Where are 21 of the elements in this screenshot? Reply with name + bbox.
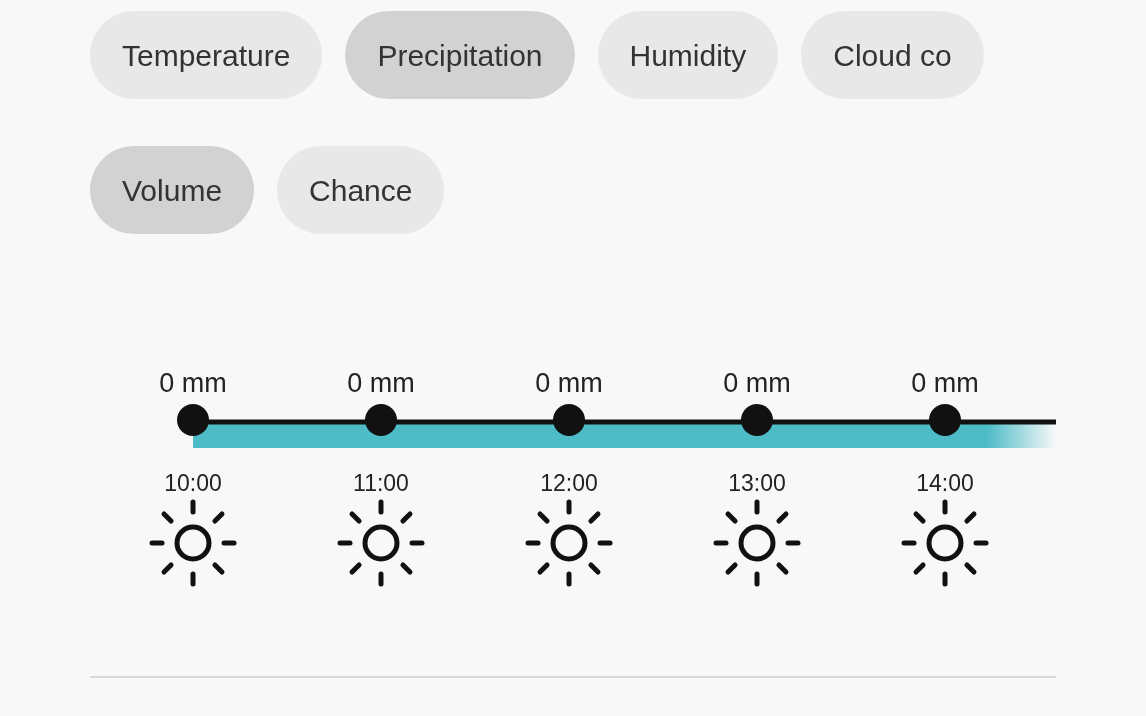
sun-icon: [900, 498, 990, 588]
precipitation-amount: 0 mm: [723, 367, 791, 400]
sun-icon: [524, 498, 614, 588]
sun-icon: [712, 498, 802, 588]
filter-chip[interactable]: Chance: [277, 146, 445, 234]
filter-chip[interactable]: Temperature: [90, 11, 323, 99]
filter-chip[interactable]: Volume: [90, 146, 255, 234]
sun-icon: [336, 498, 426, 588]
hour-label: 14:00: [916, 469, 974, 498]
hour-label: 10:00: [164, 469, 222, 498]
sun-icon: [148, 498, 238, 588]
hour-label: 13:00: [728, 469, 786, 498]
filter-chip[interactable]: Cloud co: [801, 11, 984, 99]
filter-chip[interactable]: Humidity: [597, 11, 779, 99]
hour-label: 12:00: [540, 469, 598, 498]
precipitation-amount: 0 mm: [911, 367, 979, 400]
precipitation-amount: 0 mm: [347, 367, 415, 400]
precipitation-amount: 0 mm: [159, 367, 227, 400]
hour-label: 11:00: [353, 469, 409, 498]
precipitation-amount: 0 mm: [535, 367, 603, 400]
filter-chip[interactable]: Precipitation: [345, 11, 575, 99]
